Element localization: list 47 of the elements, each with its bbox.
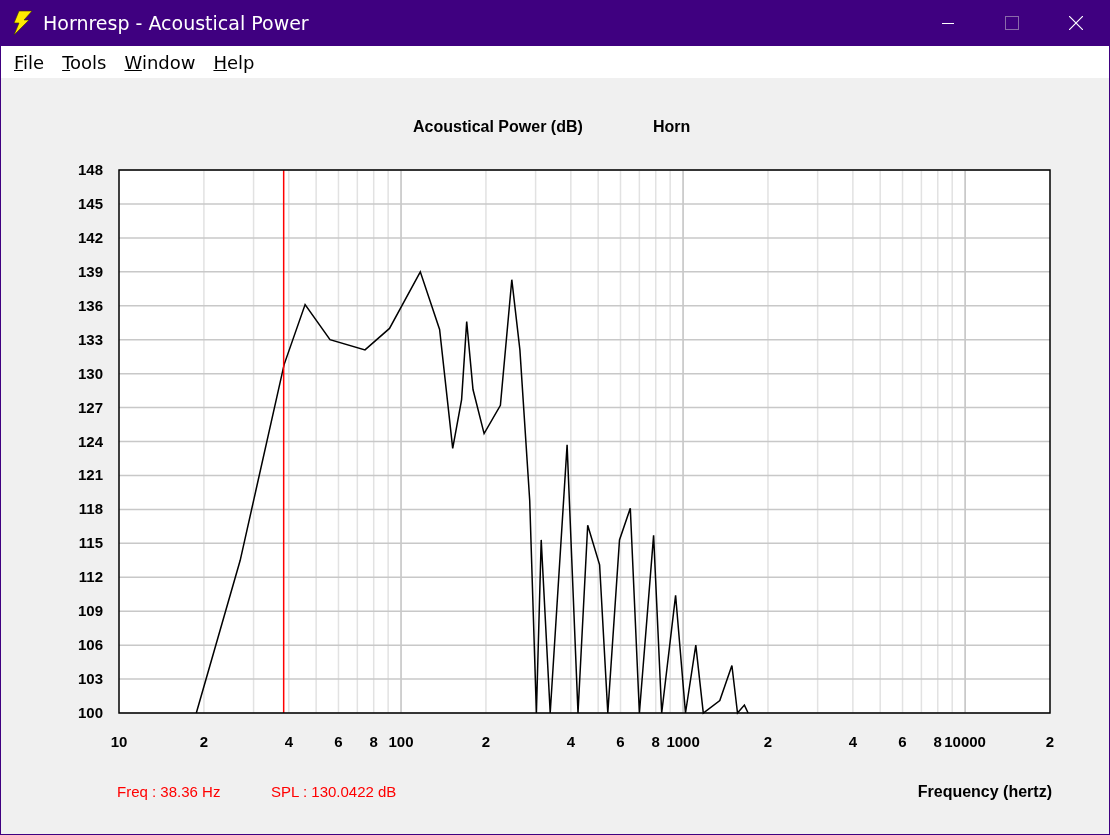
y-tick-label: 103 — [77, 670, 103, 688]
x-tick-label: 8 — [651, 733, 660, 750]
lightning-bolt-icon — [11, 10, 33, 36]
y-tick-label: 133 — [77, 330, 103, 348]
y-tick-label: 130 — [77, 364, 103, 382]
close-icon — [1069, 16, 1083, 30]
x-tick-label: 2 — [481, 733, 491, 750]
y-tick-label: 142 — [77, 228, 103, 246]
y-tick-label: 139 — [77, 262, 103, 280]
spl-readout: SPL : 130.0422 dB — [271, 783, 397, 800]
menu-item[interactable]: File — [13, 51, 46, 73]
x-tick-label: 6 — [616, 733, 625, 750]
x-tick-label: 100 — [388, 733, 414, 750]
window-title: Hornresp - Acoustical Power — [43, 12, 309, 34]
x-tick-label: 8 — [933, 733, 942, 750]
y-tick-label: 121 — [77, 466, 103, 484]
x-axis-title: Frequency (hertz) — [917, 783, 1052, 800]
frequency-readout: Freq : 38.36 Hz — [117, 783, 221, 800]
y-tick-label: 109 — [77, 602, 103, 620]
x-tick-label: 2 — [199, 733, 209, 750]
maximize-icon — [1005, 16, 1019, 30]
y-tick-label: 148 — [77, 161, 103, 178]
chart-title: Acoustical Power (dB) — [413, 118, 583, 135]
x-tick-label: 1000 — [666, 733, 700, 750]
y-tick-label: 112 — [78, 568, 103, 586]
y-tick-label: 136 — [77, 296, 103, 314]
x-tick-label: 6 — [898, 733, 907, 750]
x-tick-label: 2 — [1045, 733, 1055, 750]
y-tick-label: 115 — [78, 534, 103, 552]
x-tick-label: 10000 — [944, 733, 986, 750]
x-tick-label: 10 — [110, 733, 128, 750]
y-tick-label: 145 — [77, 194, 103, 212]
x-tick-label: 8 — [369, 733, 378, 750]
y-tick-label: 127 — [77, 398, 103, 416]
menu-item[interactable]: Window — [123, 51, 197, 73]
x-tick-label: 4 — [848, 733, 858, 750]
y-tick-label: 100 — [77, 704, 103, 721]
y-tick-label: 124 — [77, 432, 103, 450]
x-tick-label: 4 — [284, 733, 293, 750]
x-tick-label: 4 — [566, 733, 575, 750]
x-tick-label: 2 — [763, 733, 773, 750]
menu-item[interactable]: Help — [212, 51, 256, 73]
y-tick-label: 118 — [78, 500, 103, 518]
y-tick-label: 106 — [77, 636, 103, 654]
series-name: Horn — [653, 118, 691, 135]
menu-item[interactable]: Tools — [61, 51, 108, 73]
x-tick-label: 6 — [334, 733, 343, 750]
